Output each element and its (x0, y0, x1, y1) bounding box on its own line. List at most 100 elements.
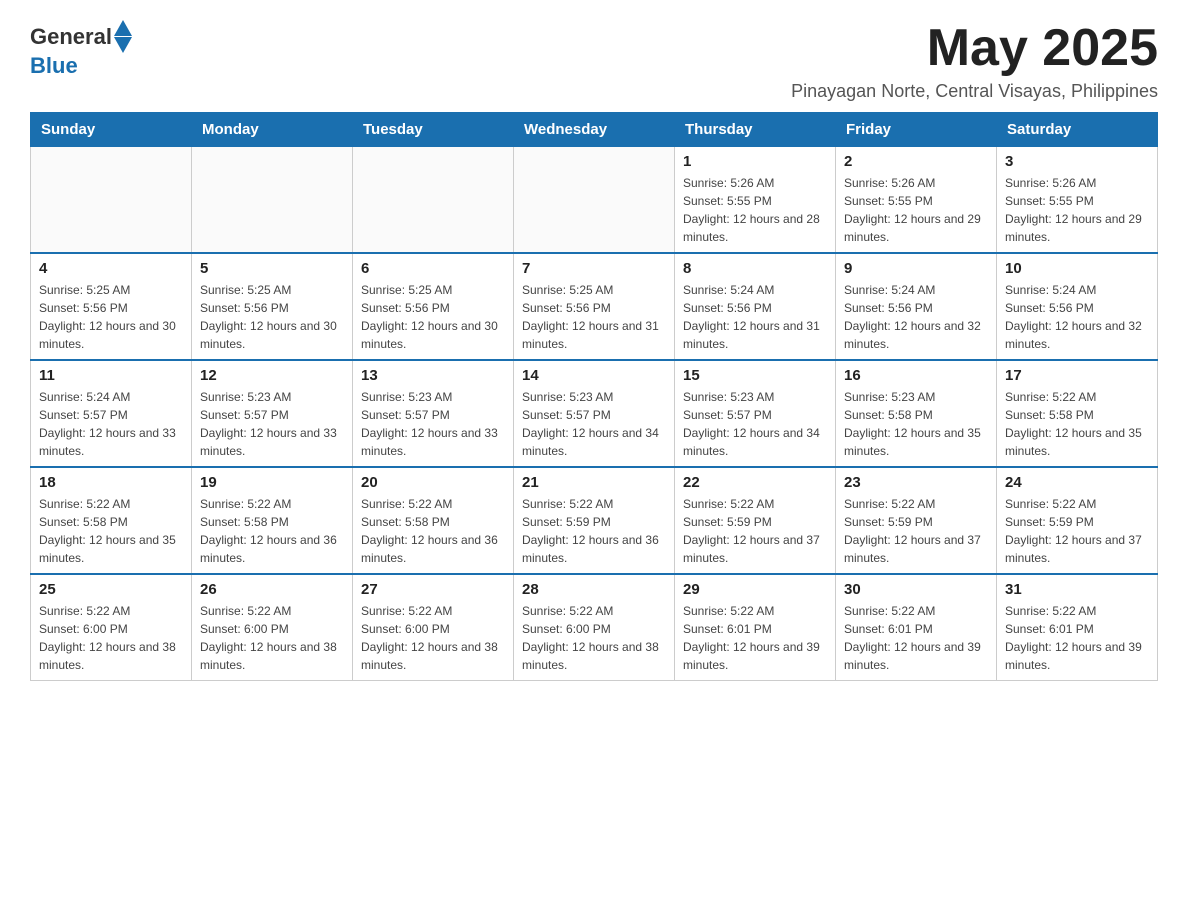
calendar-cell: 22 Sunrise: 5:22 AM Sunset: 5:59 PM Dayli… (675, 467, 836, 574)
calendar-cell: 8 Sunrise: 5:24 AM Sunset: 5:56 PM Daylig… (675, 253, 836, 360)
day-number: 27 (361, 581, 505, 598)
calendar-cell: 19 Sunrise: 5:22 AM Sunset: 5:58 PM Dayli… (192, 467, 353, 574)
day-number: 21 (522, 474, 666, 491)
day-number: 18 (39, 474, 183, 491)
day-number: 4 (39, 260, 183, 277)
calendar-cell: 30Sunrise: 5:22 AM Sunset: 6:01 PM Dayli… (836, 574, 997, 681)
calendar-week-row: 25Sunrise: 5:22 AM Sunset: 6:00 PM Dayli… (31, 574, 1158, 681)
calendar-cell: 31 Sunrise: 5:22 AM Sunset: 6:01 PM Dayli… (997, 574, 1158, 681)
logo-general: General (30, 24, 112, 50)
day-info: Sunrise: 5:22 AM Sunset: 5:58 PM Dayligh… (200, 495, 344, 567)
day-number: 14 (522, 367, 666, 384)
calendar-cell: 7 Sunrise: 5:25 AM Sunset: 5:56 PM Daylig… (514, 253, 675, 360)
day-number: 28 (522, 581, 666, 598)
day-of-week-header: Thursday (675, 113, 836, 147)
day-of-week-header: Saturday (997, 113, 1158, 147)
calendar-header-row: SundayMondayTuesdayWednesdayThursdayFrid… (31, 113, 1158, 147)
day-info: Sunrise: 5:25 AM Sunset: 5:56 PM Dayligh… (522, 281, 666, 353)
day-number: 12 (200, 367, 344, 384)
day-number: 24 (1005, 474, 1149, 491)
day-info: Sunrise: 5:22 AM Sunset: 6:01 PM Dayligh… (1005, 602, 1149, 674)
location-subtitle: Pinayagan Norte, Central Visayas, Philip… (791, 81, 1158, 102)
day-number: 10 (1005, 260, 1149, 277)
day-info: Sunrise: 5:22 AM Sunset: 6:01 PM Dayligh… (683, 602, 827, 674)
day-info: Sunrise: 5:22 AM Sunset: 5:58 PM Dayligh… (39, 495, 183, 567)
logo: General Blue (30, 20, 132, 79)
day-info: Sunrise: 5:23 AM Sunset: 5:58 PM Dayligh… (844, 388, 988, 460)
day-info: Sunrise: 5:23 AM Sunset: 5:57 PM Dayligh… (200, 388, 344, 460)
day-number: 30 (844, 581, 988, 598)
calendar-cell: 4 Sunrise: 5:25 AM Sunset: 5:56 PM Daylig… (31, 253, 192, 360)
logo-triangle-down (114, 37, 132, 53)
calendar-week-row: 11Sunrise: 5:24 AM Sunset: 5:57 PM Dayli… (31, 360, 1158, 467)
calendar-cell: 24 Sunrise: 5:22 AM Sunset: 5:59 PM Dayli… (997, 467, 1158, 574)
day-number: 5 (200, 260, 344, 277)
day-number: 29 (683, 581, 827, 598)
calendar-cell: 11Sunrise: 5:24 AM Sunset: 5:57 PM Dayli… (31, 360, 192, 467)
calendar-cell (192, 147, 353, 254)
day-number: 13 (361, 367, 505, 384)
day-info: Sunrise: 5:24 AM Sunset: 5:56 PM Dayligh… (683, 281, 827, 353)
day-number: 11 (39, 367, 183, 384)
day-of-week-header: Wednesday (514, 113, 675, 147)
day-info: Sunrise: 5:22 AM Sunset: 5:59 PM Dayligh… (683, 495, 827, 567)
calendar-week-row: 18 Sunrise: 5:22 AM Sunset: 5:58 PM Dayli… (31, 467, 1158, 574)
day-info: Sunrise: 5:26 AM Sunset: 5:55 PM Dayligh… (844, 174, 988, 246)
calendar-cell: 16 Sunrise: 5:23 AM Sunset: 5:58 PM Dayli… (836, 360, 997, 467)
calendar-cell: 29 Sunrise: 5:22 AM Sunset: 6:01 PM Dayli… (675, 574, 836, 681)
day-number: 9 (844, 260, 988, 277)
calendar-cell: 2 Sunrise: 5:26 AM Sunset: 5:55 PM Daylig… (836, 147, 997, 254)
title-section: May 2025 Pinayagan Norte, Central Visaya… (791, 20, 1158, 102)
day-info: Sunrise: 5:23 AM Sunset: 5:57 PM Dayligh… (522, 388, 666, 460)
day-number: 16 (844, 367, 988, 384)
day-number: 1 (683, 153, 827, 170)
day-info: Sunrise: 5:23 AM Sunset: 5:57 PM Dayligh… (683, 388, 827, 460)
day-of-week-header: Tuesday (353, 113, 514, 147)
day-number: 26 (200, 581, 344, 598)
day-number: 20 (361, 474, 505, 491)
day-number: 8 (683, 260, 827, 277)
day-number: 15 (683, 367, 827, 384)
calendar-cell: 28 Sunrise: 5:22 AM Sunset: 6:00 PM Dayli… (514, 574, 675, 681)
calendar-week-row: 4 Sunrise: 5:25 AM Sunset: 5:56 PM Daylig… (31, 253, 1158, 360)
calendar-cell: 3Sunrise: 5:26 AM Sunset: 5:55 PM Daylig… (997, 147, 1158, 254)
logo-blue: Blue (30, 53, 78, 78)
day-info: Sunrise: 5:22 AM Sunset: 5:59 PM Dayligh… (844, 495, 988, 567)
day-number: 7 (522, 260, 666, 277)
calendar-cell (353, 147, 514, 254)
day-of-week-header: Sunday (31, 113, 192, 147)
day-info: Sunrise: 5:26 AM Sunset: 5:55 PM Dayligh… (683, 174, 827, 246)
day-number: 2 (844, 153, 988, 170)
day-info: Sunrise: 5:24 AM Sunset: 5:56 PM Dayligh… (1005, 281, 1149, 353)
day-number: 19 (200, 474, 344, 491)
calendar-cell: 5Sunrise: 5:25 AM Sunset: 5:56 PM Daylig… (192, 253, 353, 360)
day-info: Sunrise: 5:22 AM Sunset: 6:00 PM Dayligh… (361, 602, 505, 674)
calendar-cell: 14 Sunrise: 5:23 AM Sunset: 5:57 PM Dayli… (514, 360, 675, 467)
day-info: Sunrise: 5:25 AM Sunset: 5:56 PM Dayligh… (361, 281, 505, 353)
calendar-week-row: 1 Sunrise: 5:26 AM Sunset: 5:55 PM Daylig… (31, 147, 1158, 254)
calendar-cell: 1 Sunrise: 5:26 AM Sunset: 5:55 PM Daylig… (675, 147, 836, 254)
calendar-cell: 6Sunrise: 5:25 AM Sunset: 5:56 PM Daylig… (353, 253, 514, 360)
calendar-table: SundayMondayTuesdayWednesdayThursdayFrid… (30, 112, 1158, 681)
day-number: 23 (844, 474, 988, 491)
day-info: Sunrise: 5:24 AM Sunset: 5:56 PM Dayligh… (844, 281, 988, 353)
calendar-cell: 17 Sunrise: 5:22 AM Sunset: 5:58 PM Dayli… (997, 360, 1158, 467)
day-number: 17 (1005, 367, 1149, 384)
day-info: Sunrise: 5:25 AM Sunset: 5:56 PM Dayligh… (39, 281, 183, 353)
day-info: Sunrise: 5:22 AM Sunset: 6:00 PM Dayligh… (39, 602, 183, 674)
day-number: 31 (1005, 581, 1149, 598)
day-info: Sunrise: 5:23 AM Sunset: 5:57 PM Dayligh… (361, 388, 505, 460)
day-info: Sunrise: 5:22 AM Sunset: 5:59 PM Dayligh… (1005, 495, 1149, 567)
day-number: 22 (683, 474, 827, 491)
calendar-cell: 12 Sunrise: 5:23 AM Sunset: 5:57 PM Dayli… (192, 360, 353, 467)
calendar-cell: 18 Sunrise: 5:22 AM Sunset: 5:58 PM Dayli… (31, 467, 192, 574)
day-info: Sunrise: 5:22 AM Sunset: 6:00 PM Dayligh… (522, 602, 666, 674)
calendar-cell: 23 Sunrise: 5:22 AM Sunset: 5:59 PM Dayli… (836, 467, 997, 574)
calendar-cell: 25Sunrise: 5:22 AM Sunset: 6:00 PM Dayli… (31, 574, 192, 681)
day-info: Sunrise: 5:22 AM Sunset: 6:00 PM Dayligh… (200, 602, 344, 674)
calendar-cell: 10 Sunrise: 5:24 AM Sunset: 5:56 PM Dayli… (997, 253, 1158, 360)
day-number: 3 (1005, 153, 1149, 170)
day-info: Sunrise: 5:22 AM Sunset: 5:58 PM Dayligh… (1005, 388, 1149, 460)
calendar-cell: 27 Sunrise: 5:22 AM Sunset: 6:00 PM Dayli… (353, 574, 514, 681)
calendar-cell: 15 Sunrise: 5:23 AM Sunset: 5:57 PM Dayli… (675, 360, 836, 467)
